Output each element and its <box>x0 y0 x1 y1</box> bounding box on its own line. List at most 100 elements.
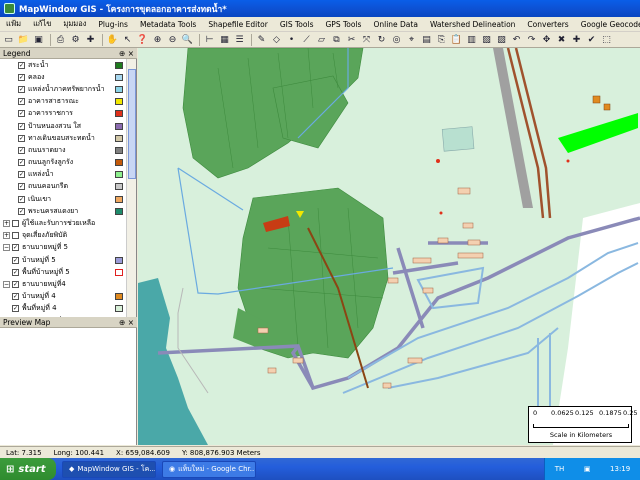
legend-layer-row[interactable]: ✓ ถนนลูกรังลูกรัง <box>0 157 126 169</box>
expand-toggle-icon[interactable]: + <box>3 232 10 240</box>
split-icon[interactable]: ✂ <box>345 33 358 46</box>
snap-icon[interactable]: ⌖ <box>405 33 418 46</box>
layer-checkbox[interactable]: ✓ <box>12 293 19 301</box>
calculator-icon[interactable]: ▥ <box>465 33 478 46</box>
menu-item[interactable]: Watershed Delineation <box>424 20 521 29</box>
legend-layer-row[interactable]: ✓ พื้นที่หมู่ที่ 4 <box>0 303 126 315</box>
map-canvas[interactable]: 0 0.0625 0.125 0.1875 0.25 Scale in Kilomete… <box>138 48 640 445</box>
layer-checkbox[interactable]: ✓ <box>18 61 25 69</box>
expand-toggle-icon[interactable]: − <box>3 244 10 252</box>
legend-layer-row[interactable]: ✓ บ้านหมู่ที่ 4 <box>0 291 126 303</box>
layer-checkbox[interactable]: ✓ <box>12 280 19 288</box>
legend-layer-row[interactable]: ✓ แหล่งน้ำภาคทรัพยากรน้ำ <box>0 83 126 95</box>
close-x-icon[interactable]: ✖ <box>555 33 568 46</box>
legend-scrollbar[interactable] <box>126 59 136 317</box>
layer-checkbox[interactable]: ✓ <box>12 268 19 276</box>
undo-icon[interactable]: ↶ <box>510 33 523 46</box>
legend-layer-row[interactable]: ✓ อาคารสาธารณะ <box>0 96 126 108</box>
legend-group-row[interactable]: + ผู้ใช้และรับการช่วยเหลือ <box>0 217 126 229</box>
layer-checkbox[interactable] <box>12 220 19 228</box>
legend-layer-row[interactable]: ✓ ทางเดินขอบสระทดน้ำ <box>0 132 126 144</box>
zoom-out-icon[interactable]: ⊖ <box>166 33 179 46</box>
legend-layer-row[interactable]: ✓ สระน้ำ <box>0 59 126 71</box>
menu-item[interactable]: Metadata Tools <box>134 20 202 29</box>
menu-item[interactable]: แก้ไข <box>27 18 57 30</box>
select-icon[interactable]: ↖ <box>121 33 134 46</box>
layer-checkbox[interactable]: ✓ <box>18 134 25 142</box>
rotate-icon[interactable]: ↻ <box>375 33 388 46</box>
language-indicator[interactable]: TH <box>555 465 565 473</box>
grid-icon[interactable]: ▤ <box>420 33 433 46</box>
pin-icon[interactable]: ⊕ <box>119 318 125 327</box>
copy-icon[interactable]: ⎘ <box>435 33 448 46</box>
measure-icon[interactable]: ⊢ <box>203 33 216 46</box>
add-polygon-icon[interactable]: ▱ <box>315 33 328 46</box>
pan-icon[interactable]: ✋ <box>106 33 119 46</box>
layer-checkbox[interactable]: ✓ <box>18 98 25 106</box>
paste-icon[interactable]: 📋 <box>450 33 463 46</box>
task-chrome[interactable]: ◉ แท็บใหม่ - Google Chr... <box>162 460 256 478</box>
identify-icon[interactable]: ❓ <box>136 33 149 46</box>
pin-icon[interactable]: ⊕ <box>119 49 125 58</box>
print-icon[interactable]: ⎙ <box>54 33 67 46</box>
menu-item[interactable]: Online Data <box>367 20 423 29</box>
layer-checkbox[interactable]: ✓ <box>18 207 25 215</box>
legend-layer-row[interactable]: ✓ คลอง <box>0 71 126 83</box>
buffer-icon[interactable]: ◎ <box>390 33 403 46</box>
task-mapwindow[interactable]: ◆ MapWindow GIS - โค... <box>62 460 156 478</box>
move-arrows-icon[interactable]: ✥ <box>540 33 553 46</box>
map-svg[interactable] <box>138 48 640 445</box>
layer-checkbox[interactable]: ✓ <box>18 85 25 93</box>
layers-icon[interactable]: ▧ <box>480 33 493 46</box>
legend-layer-row[interactable]: ✓ แหล่งน้ำ <box>0 169 126 181</box>
add-line-icon[interactable]: ⟋ <box>300 33 313 46</box>
scrollbar-thumb[interactable] <box>128 69 136 179</box>
close-icon[interactable]: × <box>128 49 134 58</box>
layer-checkbox[interactable]: ✓ <box>12 305 19 313</box>
legend-group-row[interactable]: + จุดเสี่ยงภัยพิบัติ <box>0 230 126 242</box>
redo-icon[interactable]: ↷ <box>525 33 538 46</box>
layer-checkbox[interactable]: ✓ <box>18 73 25 81</box>
layer-checkbox[interactable]: ✓ <box>18 183 25 191</box>
vertex-icon[interactable]: ◇ <box>270 33 283 46</box>
attribute-table-icon[interactable]: ▦ <box>218 33 231 46</box>
add-point-icon[interactable]: • <box>285 33 298 46</box>
select-dropdown-icon[interactable]: ⬚ <box>600 33 613 46</box>
legend-layer-row[interactable]: ✓ ถนนราดยาง <box>0 144 126 156</box>
menu-item[interactable]: Shapefile Editor <box>202 20 274 29</box>
close-icon[interactable]: × <box>128 318 134 327</box>
legend-layer-row[interactable]: ✓ พื้นที่บ้านหมู่ที่ 5 <box>0 266 126 278</box>
legend-layer-row[interactable]: ✓ พระนครสแดงยา <box>0 205 126 217</box>
menu-item[interactable]: Google Geocoder <box>575 20 640 29</box>
move-icon[interactable]: ⤧ <box>360 33 373 46</box>
zoom-dropdown-icon[interactable]: 🔍 <box>181 33 194 46</box>
menu-item[interactable]: GIS Tools <box>274 20 320 29</box>
expand-toggle-icon[interactable]: − <box>3 280 10 288</box>
menu-item[interactable]: มุมมอง <box>57 18 92 30</box>
cross-icon[interactable]: ✚ <box>570 33 583 46</box>
new-project-icon[interactable]: ▭ <box>2 33 15 46</box>
layer-checkbox[interactable]: ✓ <box>12 256 19 264</box>
layer-checkbox[interactable]: ✓ <box>18 110 25 118</box>
legend-layer-row[interactable]: ✓ อาคารราชการ <box>0 108 126 120</box>
legend-group-row[interactable]: − ✓ ธานบายหมู่ที่4 <box>0 278 126 290</box>
menu-item[interactable]: แฟ้ม <box>0 18 27 30</box>
start-button[interactable]: ⊞ start <box>0 458 56 480</box>
legend-layer-row[interactable]: ✓ ป้านหนองสวน ใส <box>0 120 126 132</box>
legend-layer-row[interactable]: ✓ เนินเขา <box>0 193 126 205</box>
menu-item[interactable]: GPS Tools <box>319 20 367 29</box>
layer-checkbox[interactable]: ✓ <box>18 195 25 203</box>
add-layer-icon[interactable]: ✚ <box>84 33 97 46</box>
settings-icon[interactable]: ⚙ <box>69 33 82 46</box>
legend-group-row[interactable]: − ✓ ธานบายหมู่ที่ 5 <box>0 242 126 254</box>
lock-icon[interactable]: ▨ <box>495 33 508 46</box>
expand-toggle-icon[interactable]: + <box>3 220 10 228</box>
legend-layer-row[interactable]: ✓ ถนนคอนกรีต <box>0 181 126 193</box>
save-icon[interactable]: ▣ <box>32 33 45 46</box>
open-folder-icon[interactable]: 📁 <box>17 33 30 46</box>
layer-list-icon[interactable]: ☰ <box>233 33 246 46</box>
layer-checkbox[interactable]: ✓ <box>18 146 25 154</box>
layer-checkbox[interactable] <box>12 232 19 240</box>
layer-checkbox[interactable]: ✓ <box>18 171 25 179</box>
zoom-in-icon[interactable]: ⊕ <box>151 33 164 46</box>
